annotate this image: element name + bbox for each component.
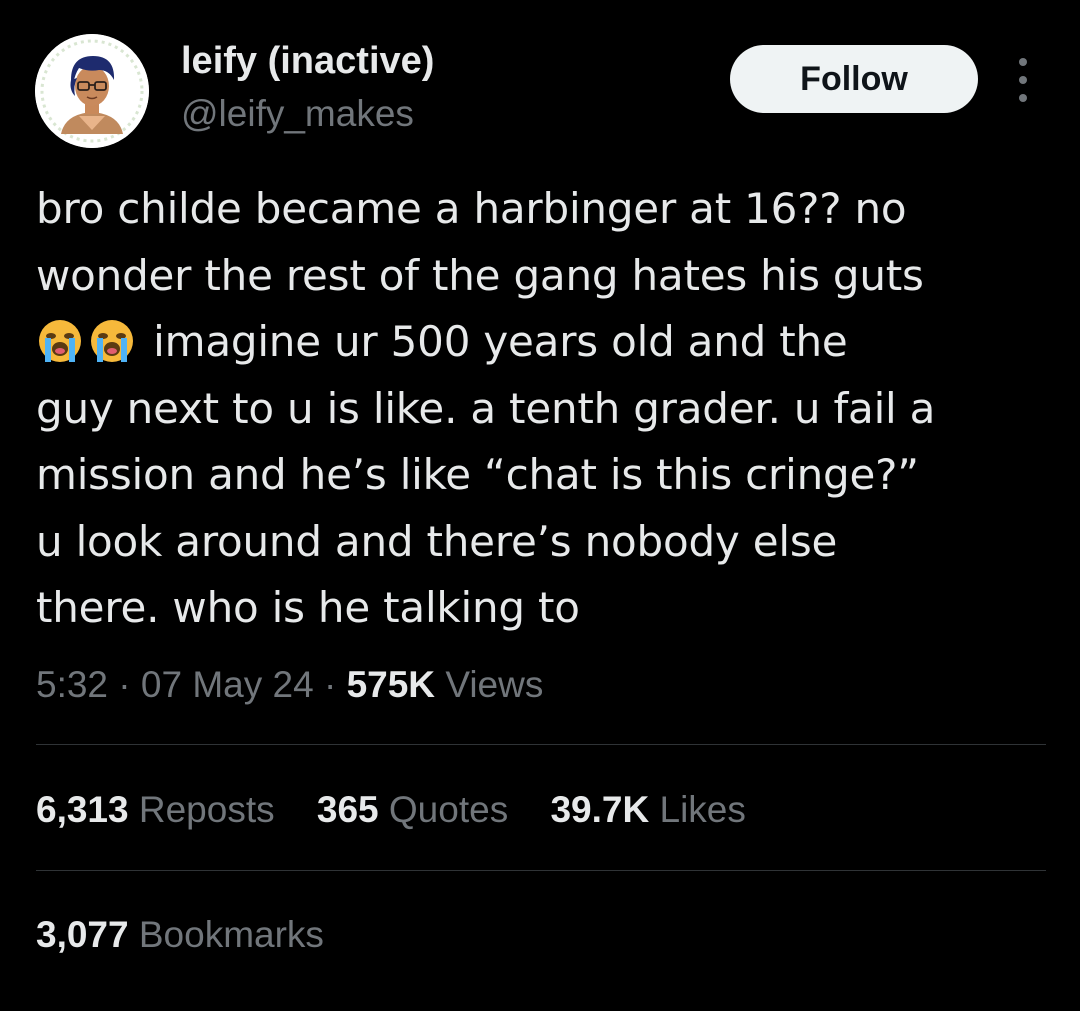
quotes-count: 365 <box>316 789 379 830</box>
loudly-crying-face-icon <box>36 316 84 364</box>
meta-separator: · <box>118 664 131 705</box>
tweet-text-line: wonder the rest of the gang hates his gu… <box>36 250 924 300</box>
tweet-text-line-with-emoji: imagine ur 500 years old and the <box>36 309 1046 376</box>
more-options-icon[interactable] <box>1008 58 1038 102</box>
quotes-label: Quotes <box>388 789 509 830</box>
engagement-stats: 6,313 Reposts 365 Quotes 39.7K Likes <box>36 789 778 831</box>
tweet-text-line: guy next to u is like. a tenth grader. u… <box>36 383 936 433</box>
avatar-illustration-icon <box>35 34 149 148</box>
reposts-count: 6,313 <box>36 789 129 830</box>
tweet-detail: leify (inactive) @leify_makes Follow bro… <box>0 0 1080 1011</box>
tweet-text-line: there. who is he talking to <box>36 583 580 632</box>
tweet-text-line: imagine ur 500 years old and the <box>153 317 848 366</box>
divider <box>36 744 1046 745</box>
tweet-date[interactable]: 07 May 24 <box>141 664 314 705</box>
divider <box>36 870 1046 871</box>
reposts-stat[interactable]: 6,313 Reposts <box>36 789 275 831</box>
likes-count: 39.7K <box>550 789 650 830</box>
bookmarks-count: 3,077 <box>36 914 129 955</box>
bookmarks-label: Bookmarks <box>138 914 324 955</box>
likes-stat[interactable]: 39.7K Likes <box>550 789 745 831</box>
user-handle[interactable]: @leify_makes <box>181 93 414 135</box>
tweet-time[interactable]: 5:32 <box>36 664 108 705</box>
loudly-crying-face-icon <box>88 316 136 364</box>
tweet-text: bro childe became a harbinger at 16?? no… <box>36 176 1046 642</box>
display-name[interactable]: leify (inactive) <box>181 40 434 83</box>
bookmarks-row: 3,077 Bookmarks <box>36 914 356 956</box>
tweet-text-line: bro childe became a harbinger at 16?? no <box>36 184 907 233</box>
avatar[interactable] <box>35 34 149 148</box>
tweet-text-line: u look around and there’s nobody else <box>36 516 838 566</box>
reposts-label: Reposts <box>138 789 275 830</box>
likes-label: Likes <box>659 789 746 830</box>
tweet-text-line: mission and he’s like “chat is this crin… <box>36 450 919 499</box>
bookmarks-stat[interactable]: 3,077 Bookmarks <box>36 914 324 956</box>
meta-separator: · <box>323 664 337 705</box>
quotes-stat[interactable]: 365 Quotes <box>317 789 508 831</box>
tweet-meta: 5:32 · 07 May 24 · 575K Views <box>36 664 543 706</box>
views-label: Views <box>445 664 544 705</box>
follow-button[interactable]: Follow <box>730 45 978 113</box>
views-count: 575K <box>346 664 436 705</box>
